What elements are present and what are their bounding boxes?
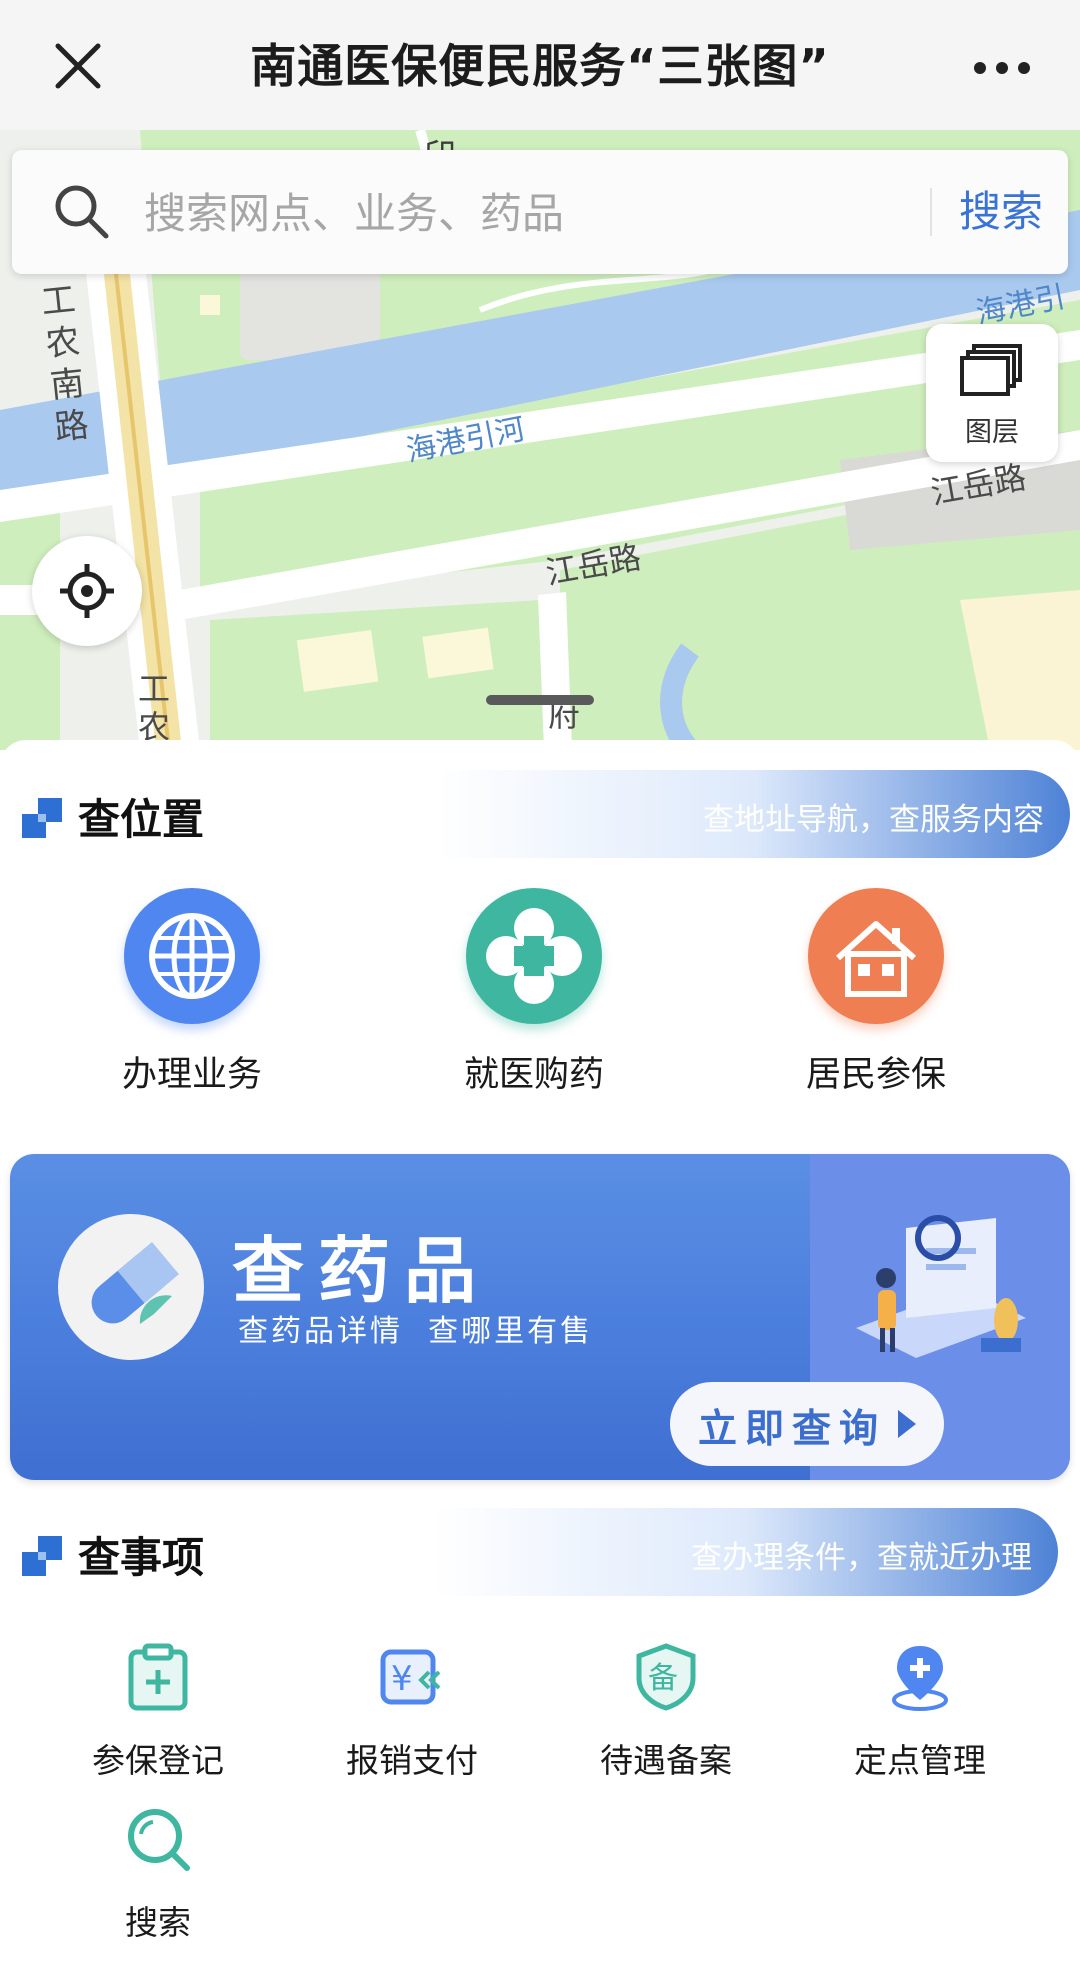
section-header-matters: 查事项 查办理条件，查就近办理 xyxy=(14,1508,1058,1596)
banner-title: 查药品 xyxy=(232,1229,491,1313)
magnifier-person-illustration xyxy=(846,1208,1036,1378)
more-icon[interactable] xyxy=(960,36,1044,100)
section-subtitle: 查办理条件，查就近办理 xyxy=(691,1540,1032,1576)
query-now-button[interactable]: 立即查询 xyxy=(670,1382,944,1466)
section-mark-icon xyxy=(22,798,62,838)
page-title: 南通医保便民服务“三张图” xyxy=(250,39,830,93)
item-benefit-filing[interactable]: 备 待遇备案 xyxy=(556,1642,776,1792)
search-icon xyxy=(50,180,114,244)
item-resident-insurance[interactable]: 居民参保 xyxy=(746,888,1006,1098)
item-handle-business[interactable]: 办理业务 xyxy=(62,888,322,1098)
item-search[interactable]: 搜索 xyxy=(48,1804,268,1954)
query-now-label: 立即查询 xyxy=(698,1407,887,1452)
item-label: 就医购药 xyxy=(463,1055,604,1095)
item-label: 待遇备案 xyxy=(600,1741,732,1780)
section-title: 查事项 xyxy=(78,1533,205,1582)
item-insurance-registration[interactable]: 参保登记 xyxy=(48,1642,268,1792)
item-label: 居民参保 xyxy=(805,1055,946,1095)
item-label: 定点管理 xyxy=(854,1741,986,1780)
item-label: 搜索 xyxy=(125,1903,191,1942)
layer-label: 图层 xyxy=(965,417,1019,448)
search-input[interactable] xyxy=(142,174,906,252)
close-icon[interactable] xyxy=(40,28,116,104)
svg-text:备: 备 xyxy=(648,1661,678,1696)
search-divider xyxy=(930,188,932,236)
section-title: 查位置 xyxy=(78,795,205,844)
globe-icon xyxy=(124,888,260,1024)
top-nav-bar: 南通医保便民服务“三张图” xyxy=(0,0,1080,130)
shield-record-icon: 备 xyxy=(631,1642,701,1712)
clipboard-plus-icon xyxy=(123,1642,193,1712)
medical-cross-icon xyxy=(466,888,602,1024)
item-label: 报销支付 xyxy=(346,1741,478,1780)
map-road-label: 工农 xyxy=(138,670,171,746)
banner-subtitle: 查药品详情 查哪里有售 xyxy=(238,1314,594,1349)
pill-icon xyxy=(58,1214,204,1360)
section-header-location: 查位置 查地址导航，查服务内容 xyxy=(14,770,1070,858)
item-label: 参保登记 xyxy=(92,1741,224,1780)
yuan-payment-icon: ¥ xyxy=(377,1642,447,1712)
svg-text:¥: ¥ xyxy=(391,1659,413,1699)
chevron-right-icon xyxy=(898,1410,916,1438)
search-icon xyxy=(123,1804,193,1874)
item-label: 办理业务 xyxy=(121,1055,262,1095)
drug-query-banner[interactable]: 查药品 查药品详情 查哪里有售 立即查询 xyxy=(10,1154,1070,1480)
search-bar: 搜索 xyxy=(12,150,1068,274)
section-mark-icon xyxy=(22,1536,62,1576)
item-designated-management[interactable]: 定点管理 xyxy=(810,1642,1030,1792)
item-reimbursement-payment[interactable]: ¥ 报销支付 xyxy=(302,1642,522,1792)
search-button[interactable]: 搜索 xyxy=(942,174,1060,250)
section-subtitle: 查地址导航，查服务内容 xyxy=(703,802,1044,838)
panel-drag-handle[interactable] xyxy=(486,695,594,705)
house-icon xyxy=(808,888,944,1024)
location-pin-plus-icon xyxy=(885,1642,955,1712)
item-medical-pharmacy[interactable]: 就医购药 xyxy=(404,888,664,1098)
layer-button[interactable]: 图层 xyxy=(926,324,1058,462)
layers-icon xyxy=(960,342,1026,400)
crosshair-icon xyxy=(60,564,114,618)
locate-button[interactable] xyxy=(32,536,142,646)
